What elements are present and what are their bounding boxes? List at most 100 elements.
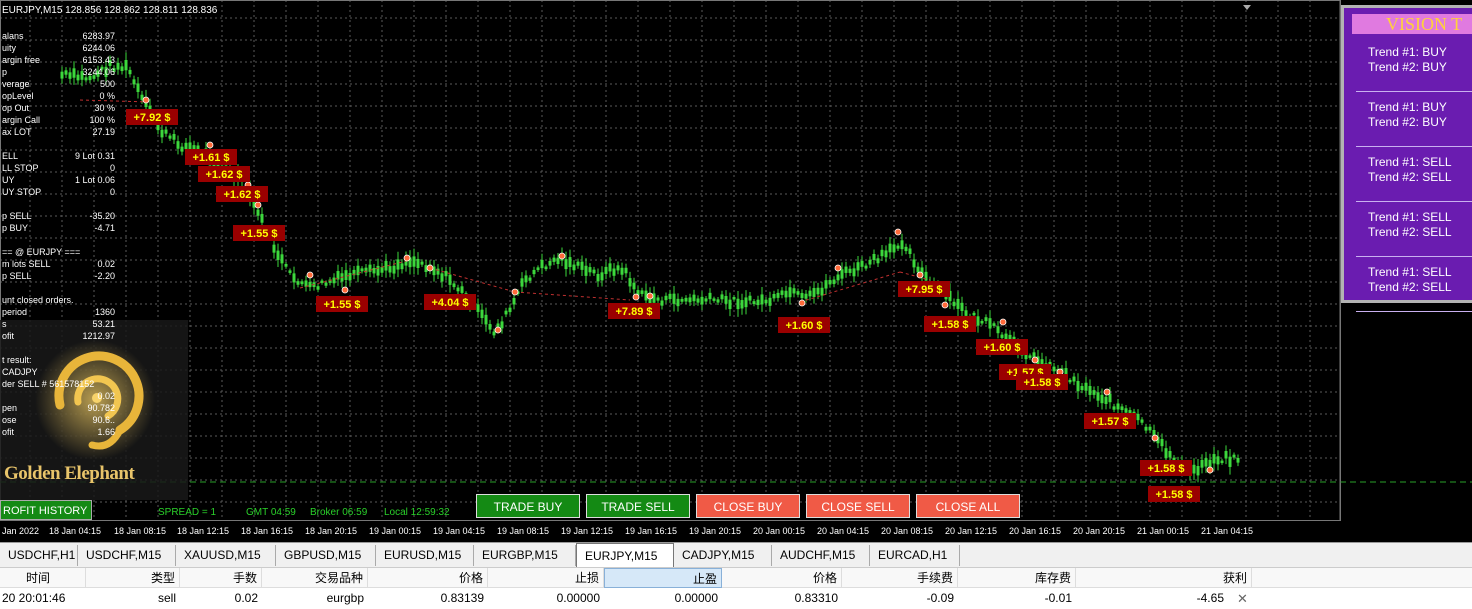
profit-label-text: +1.60 $: [983, 342, 1020, 354]
info-label: opLevel: [2, 91, 34, 101]
profit-label: +1.57 $: [1084, 413, 1136, 429]
profit-label: +4.04 $: [424, 294, 476, 310]
profit-label-text: +1.61 $: [192, 152, 229, 164]
info-row: [0, 342, 115, 354]
tab-eurusd-m15[interactable]: EURUSD,M15: [376, 545, 474, 566]
tab-eurgbp-m15[interactable]: EURGBP,M15: [474, 545, 576, 566]
info-row: UY 1 Lot 0.06: [0, 174, 115, 186]
column-header-stop-loss[interactable]: 止损: [488, 568, 604, 588]
tab-eurjpy-m15[interactable]: EURJPY,M15: [576, 543, 674, 567]
profit-label: +1.55 $: [316, 296, 368, 312]
info-label: p SELL: [2, 271, 32, 281]
cell-time: 20 20:01:46: [2, 591, 66, 605]
table-row[interactable]: 20 20:01:46 sell 0.02 eurgbp 0.83139 0.00000 0…: [0, 588, 1472, 609]
info-row: p 3244.06: [0, 66, 115, 78]
close-sell-button[interactable]: CLOSE SELL: [806, 494, 910, 518]
time-tick-label: 18 Jan 20:15: [305, 526, 358, 536]
column-header-symbol[interactable]: 交易品种: [262, 568, 368, 588]
profit-label: +1.58 $: [1140, 460, 1192, 476]
info-row: LL STOP 0: [0, 162, 115, 174]
info-label: der SELL # 561578152: [2, 379, 95, 389]
info-value: 1 Lot 0.06: [74, 175, 115, 185]
tab-eurcad-h1[interactable]: EURCAD,H1: [870, 545, 960, 566]
tab-usdchf-h1[interactable]: USDCHF,H1: [0, 545, 78, 566]
column-header-price[interactable]: 价格: [368, 568, 488, 588]
cell-commission: -0.09: [926, 591, 954, 605]
info-value: 1.66: [97, 427, 115, 437]
cell-type: sell: [157, 591, 176, 605]
profit-label-text: +7.95 $: [905, 284, 942, 296]
time-tick-label: 19 Jan 08:15: [497, 526, 550, 536]
cell-swap: -0.01: [1044, 591, 1072, 605]
trend-line-text: Trend #2: BUY: [1368, 60, 1447, 74]
info-value: 9 Lot 0.31: [74, 151, 115, 161]
info-label: argin Call: [2, 115, 41, 125]
column-header-time[interactable]: 时间: [0, 568, 86, 588]
trend-line-text: Trend #2: SELL: [1368, 170, 1452, 184]
column-header-commission[interactable]: 手续费: [842, 568, 958, 588]
column-header-swap[interactable]: 库存费: [958, 568, 1076, 588]
trend-block: Trend #1: SELL Trend #2: SELL: [1356, 155, 1472, 202]
info-label: t result:: [2, 355, 32, 365]
tab-xauusd-m15[interactable]: XAUUSD,M15: [176, 545, 276, 566]
info-label: ELL: [2, 151, 19, 161]
tab-audchf-m15[interactable]: AUDCHF,M15: [772, 545, 870, 566]
info-row: == @ EURJPY ===: [0, 246, 115, 258]
profit-label: +1.58 $: [1148, 486, 1200, 502]
trade-sell-button[interactable]: TRADE SELL: [586, 494, 690, 518]
chart-grid: [0, 0, 1340, 520]
price-chart[interactable]: +7.92 $ +1.61 $ +1.62 $ +1.62 $ +1.55 $ +1.55…: [0, 0, 1472, 542]
chart-tabs: USDCHF,H1 USDCHF,M15 XAUUSD,M15 GBPUSD,M15 E…: [0, 542, 1472, 567]
column-header-profit[interactable]: 获利: [1076, 568, 1252, 588]
info-value: 0: [109, 163, 115, 173]
chart-canvas[interactable]: +7.92 $ +1.61 $ +1.62 $ +1.62 $ +1.55 $ +1.55…: [0, 0, 1472, 542]
column-header-type[interactable]: 类型: [86, 568, 180, 588]
time-tick-label: 18 Jan 04:15: [49, 526, 102, 536]
time-tick-label: 20 Jan 04:15: [817, 526, 870, 536]
cell-profit: -4.65: [1196, 591, 1224, 605]
profit-label: +1.60 $: [976, 339, 1028, 355]
tab-cadjpy-m15[interactable]: CADJPY,M15: [674, 545, 772, 566]
info-row: period 1360: [0, 306, 115, 318]
profit-label: +1.58 $: [924, 316, 976, 332]
column-header-volume[interactable]: 手数: [180, 568, 262, 588]
close-buy-button[interactable]: CLOSE BUY: [696, 494, 800, 518]
column-header-current-price[interactable]: 价格: [722, 568, 842, 588]
info-row: [0, 282, 115, 294]
info-value: 0.02: [97, 259, 115, 269]
spread-readout: SPREAD = 1: [158, 507, 217, 518]
info-value: 0.02: [97, 391, 115, 401]
time-tick-label: Jan 2022: [2, 526, 40, 536]
info-row: pen 90.782: [0, 402, 115, 414]
info-value: 53.21: [92, 319, 115, 329]
info-value: -2.20: [94, 271, 115, 281]
close-order-icon[interactable]: ✕: [1237, 591, 1248, 607]
trend-line-text: Trend #1: BUY: [1368, 45, 1447, 59]
info-row: 0.02: [0, 390, 115, 402]
profit-label-text: +1.58 $: [1147, 463, 1184, 475]
tab-gbpusd-m15[interactable]: GBPUSD,M15: [276, 545, 376, 566]
profit-history-button[interactable]: ROFIT HISTORY: [0, 500, 92, 520]
column-header-take-profit[interactable]: 止盈: [604, 568, 722, 588]
profit-label: +7.95 $: [898, 281, 950, 297]
time-tick-label: 18 Jan 12:15: [177, 526, 230, 536]
info-label: == @ EURJPY ===: [2, 247, 81, 257]
close-all-button[interactable]: CLOSE ALL: [916, 494, 1020, 518]
info-value: 1212.97: [82, 331, 115, 341]
scroll-indicator-icon[interactable]: [1243, 5, 1251, 10]
info-label: p BUY: [2, 223, 29, 233]
info-row: s 53.21: [0, 318, 115, 330]
info-label: UY STOP: [2, 187, 42, 197]
trade-buy-button[interactable]: TRADE BUY: [476, 494, 580, 518]
info-row: [0, 198, 115, 210]
info-value: 1360: [94, 307, 115, 317]
cell-take-profit: 0.00000: [674, 591, 718, 605]
time-tick-label: 21 Jan 04:15: [1201, 526, 1254, 536]
profit-label-text: +7.89 $: [615, 306, 652, 318]
tab-usdchf-m15[interactable]: USDCHF,M15: [78, 545, 176, 566]
profit-label: +1.61 $: [185, 149, 237, 165]
vision-panel-title: VISION T: [1352, 14, 1472, 34]
cell-volume: 0.02: [234, 591, 258, 605]
trend-block: Trend #1: BUY Trend #2: BUY: [1356, 45, 1472, 92]
info-value: 6153.43: [82, 55, 115, 65]
